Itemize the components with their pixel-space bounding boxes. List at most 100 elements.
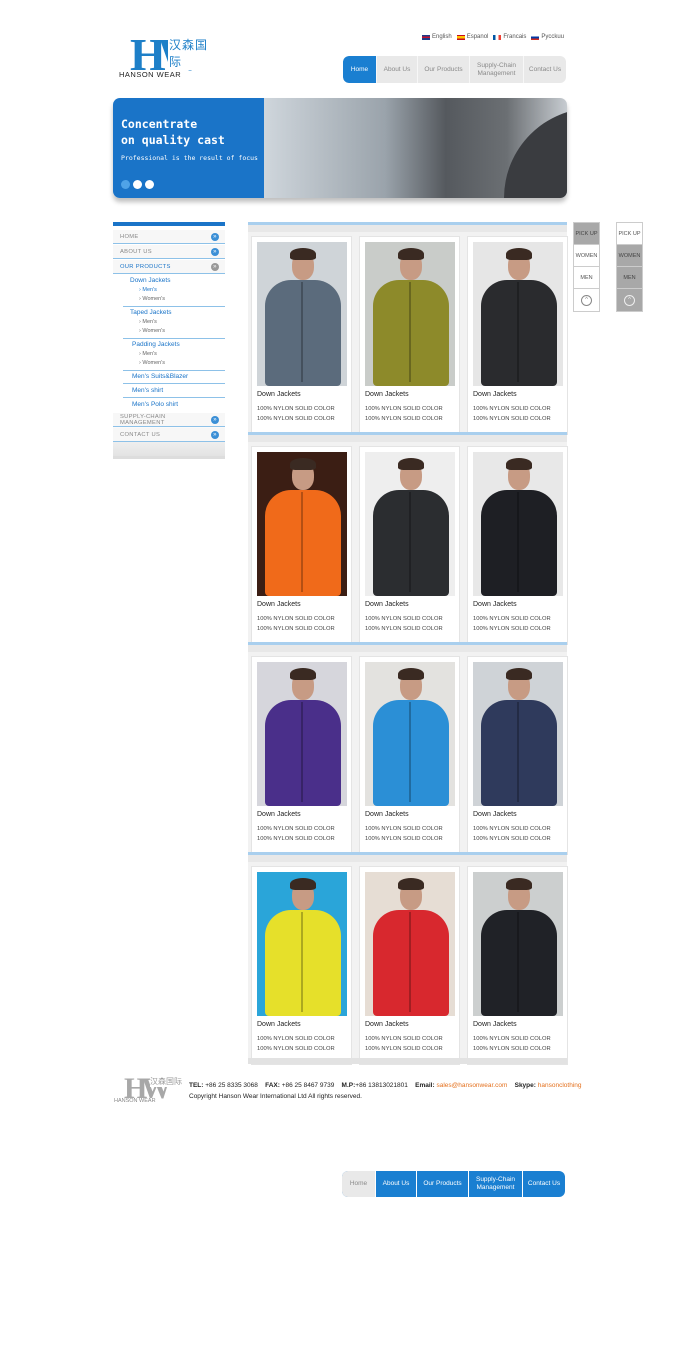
- product-title[interactable]: Down Jackets: [365, 811, 409, 818]
- product-photo[interactable]: [257, 662, 347, 806]
- product-description: 100% NYLON SOLID COLOR 100% NYLON SOLID C…: [365, 406, 443, 422]
- nav-home[interactable]: Home: [343, 56, 377, 83]
- product-card[interactable]: Down Jackets 100% NYLON SOLID COLOR 100% N…: [467, 656, 568, 855]
- sidebar-sub-taped-jackets[interactable]: Taped Jackets: [130, 309, 172, 316]
- tab-pick-up[interactable]: PICK UP: [617, 223, 642, 245]
- sidebar-leaf-mens[interactable]: › Men's: [139, 287, 157, 293]
- sidebar-item-products[interactable]: OUR PRODUCTS»: [113, 260, 225, 274]
- language-espanol[interactable]: Espanol: [456, 32, 488, 42]
- jacket-shape: [265, 280, 341, 386]
- sidebar-item-contact[interactable]: CONTACT US»: [113, 428, 225, 442]
- product-card[interactable]: Down Jackets 100% NYLON SOLID COLOR 100% N…: [251, 236, 352, 435]
- slider-dot-3[interactable]: [145, 180, 154, 189]
- product-description: 100% NYLON SOLID COLOR 100% NYLON SOLID C…: [473, 826, 551, 842]
- sidebar-item-about[interactable]: ABOUT US»: [113, 245, 225, 259]
- product-card[interactable]: Down Jackets 100% NYLON SOLID COLOR 100% N…: [359, 656, 460, 855]
- product-row: Down Jackets 100% NYLON SOLID COLOR 100% N…: [248, 652, 568, 855]
- sidebar-leaf-womens[interactable]: › Women's: [139, 360, 165, 366]
- tab-men[interactable]: MEN: [574, 267, 599, 289]
- product-title[interactable]: Down Jackets: [473, 1021, 517, 1028]
- product-card[interactable]: Down Jackets 100% NYLON SOLID COLOR 100% N…: [359, 866, 460, 1065]
- email-link[interactable]: sales@hansonwear.com: [436, 1082, 507, 1089]
- product-photo[interactable]: [473, 452, 563, 596]
- sidebar-divider: [123, 383, 225, 384]
- product-card[interactable]: Down Jackets 100% NYLON SOLID COLOR 100% N…: [359, 236, 460, 435]
- footer-nav-home[interactable]: Home: [342, 1171, 376, 1197]
- product-photo[interactable]: [473, 662, 563, 806]
- tab-pick-up[interactable]: PICK UP: [574, 223, 599, 245]
- nav-about-us[interactable]: About Us: [377, 56, 418, 83]
- zipper-line: [409, 492, 411, 592]
- sidebar-menu: HOME» ABOUT US» OUR PRODUCTS» Down Jacke…: [113, 222, 225, 459]
- slider-dot-1[interactable]: [121, 180, 130, 189]
- footer-nav-supply-chain[interactable]: Supply-Chain Management: [469, 1171, 523, 1197]
- language-russian[interactable]: Pycckuu: [531, 32, 564, 42]
- product-title[interactable]: Down Jackets: [257, 1021, 301, 1028]
- product-card[interactable]: Down Jackets 100% NYLON SOLID COLOR 100% N…: [251, 656, 352, 855]
- footer-nav: Home About Us Our Products Supply-Chain …: [342, 1171, 565, 1197]
- sidebar-leaf-womens[interactable]: › Women's: [139, 296, 165, 302]
- sidebar-leaf-mens[interactable]: › Men's: [139, 319, 157, 325]
- sidebar-leaf-womens[interactable]: › Women's: [139, 328, 165, 334]
- sidebar-leaf-mens[interactable]: › Men's: [139, 351, 157, 357]
- zipper-line: [517, 912, 519, 1012]
- skype-link[interactable]: hansonclothing: [538, 1082, 582, 1089]
- row-divider: [248, 852, 567, 862]
- sidebar-sub-padding-jackets[interactable]: Padding Jackets: [132, 341, 180, 348]
- product-title[interactable]: Down Jackets: [473, 391, 517, 398]
- scroll-top-button[interactable]: ^: [617, 289, 642, 311]
- product-title[interactable]: Down Jackets: [257, 811, 301, 818]
- product-photo[interactable]: [365, 242, 455, 386]
- jacket-shape: [373, 910, 449, 1016]
- tab-men[interactable]: MEN: [617, 267, 642, 289]
- nav-supply-chain[interactable]: Supply-Chain Management: [470, 56, 524, 83]
- product-title[interactable]: Down Jackets: [473, 601, 517, 608]
- scroll-top-button[interactable]: ^: [574, 289, 599, 311]
- product-card[interactable]: Down Jackets 100% NYLON SOLID COLOR 100% N…: [251, 866, 352, 1065]
- slider-dot-2[interactable]: [133, 180, 142, 189]
- arrow-up-icon: ^: [624, 294, 635, 306]
- footer-nav-our-products[interactable]: Our Products: [417, 1171, 469, 1197]
- product-photo[interactable]: [257, 242, 347, 386]
- product-photo[interactable]: [365, 452, 455, 596]
- jacket-shape: [265, 490, 341, 596]
- product-card[interactable]: Down Jackets 100% NYLON SOLID COLOR 100% N…: [251, 446, 352, 645]
- sidebar-sub-down-jackets[interactable]: Down Jackets: [130, 277, 170, 284]
- tab-women[interactable]: WOMEN: [574, 245, 599, 267]
- language-english[interactable]: English: [422, 32, 452, 42]
- product-card[interactable]: Down Jackets 100% NYLON SOLID COLOR 100% N…: [359, 446, 460, 645]
- product-title[interactable]: Down Jackets: [257, 391, 301, 398]
- product-photo[interactable]: [365, 872, 455, 1016]
- nav-our-products[interactable]: Our Products: [418, 56, 470, 83]
- product-title[interactable]: Down Jackets: [365, 1021, 409, 1028]
- zipper-line: [301, 492, 303, 592]
- product-photo[interactable]: [257, 872, 347, 1016]
- model-hair: [398, 458, 424, 470]
- product-description: 100% NYLON SOLID COLOR 100% NYLON SOLID C…: [365, 1036, 443, 1052]
- nav-contact-us[interactable]: Contact Us: [524, 56, 566, 83]
- product-card[interactable]: Down Jackets 100% NYLON SOLID COLOR 100% N…: [467, 446, 568, 645]
- product-title[interactable]: Down Jackets: [365, 391, 409, 398]
- logo[interactable]: HW 汉森国际 HANSON WEAR: [114, 32, 218, 82]
- product-photo[interactable]: [257, 452, 347, 596]
- product-photo[interactable]: [473, 872, 563, 1016]
- product-title[interactable]: Down Jackets: [365, 601, 409, 608]
- model-hair: [290, 458, 316, 470]
- product-card[interactable]: Down Jackets 100% NYLON SOLID COLOR 100% N…: [467, 236, 568, 435]
- sidebar-item-supply-chain[interactable]: SUPPLY-CHAIN MANAGEMENT»: [113, 413, 225, 427]
- sidebar-sub-polo[interactable]: Men's Polo shirt: [132, 401, 178, 408]
- product-card[interactable]: Down Jackets 100% NYLON SOLID COLOR 100% N…: [467, 866, 568, 1065]
- product-title[interactable]: Down Jackets: [473, 811, 517, 818]
- product-photo[interactable]: [365, 662, 455, 806]
- language-francais[interactable]: Francais: [493, 32, 526, 42]
- tab-women[interactable]: WOMEN: [617, 245, 642, 267]
- sidebar-sub-suits[interactable]: Men's Suits&Blazer: [132, 373, 188, 380]
- copyright: Copyright Hanson Wear International Ltd …: [189, 1093, 362, 1100]
- footer-nav-about-us[interactable]: About Us: [376, 1171, 417, 1197]
- footer-nav-contact-us[interactable]: Contact Us: [523, 1171, 565, 1197]
- sidebar-item-home[interactable]: HOME»: [113, 230, 225, 244]
- product-title[interactable]: Down Jackets: [257, 601, 301, 608]
- sidebar-sub-shirt[interactable]: Men's shirt: [132, 387, 163, 394]
- footer-logo: HW 汉森国际 HANSON WEAR: [114, 1072, 184, 1108]
- product-photo[interactable]: [473, 242, 563, 386]
